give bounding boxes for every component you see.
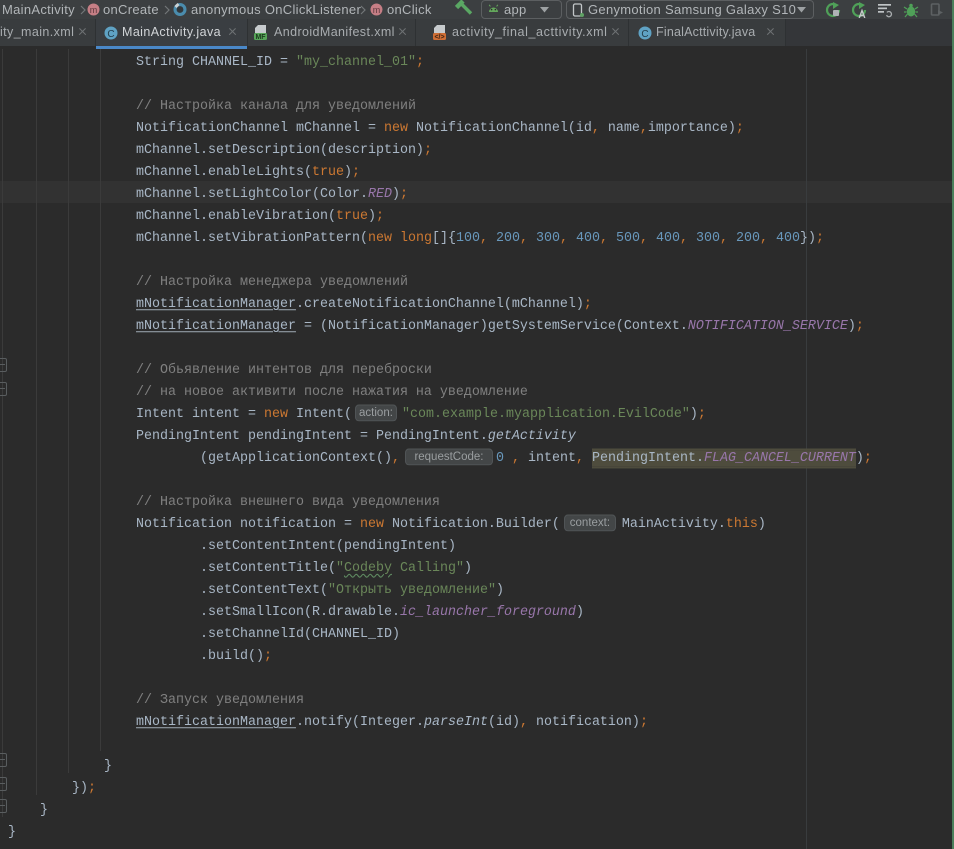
svg-text:</>: </> <box>434 34 444 41</box>
svg-text:m: m <box>90 5 98 15</box>
svg-text:C: C <box>641 29 648 40</box>
svg-text:m: m <box>373 5 381 15</box>
svg-text:C: C <box>107 29 114 40</box>
svg-text:MF: MF <box>255 34 266 41</box>
